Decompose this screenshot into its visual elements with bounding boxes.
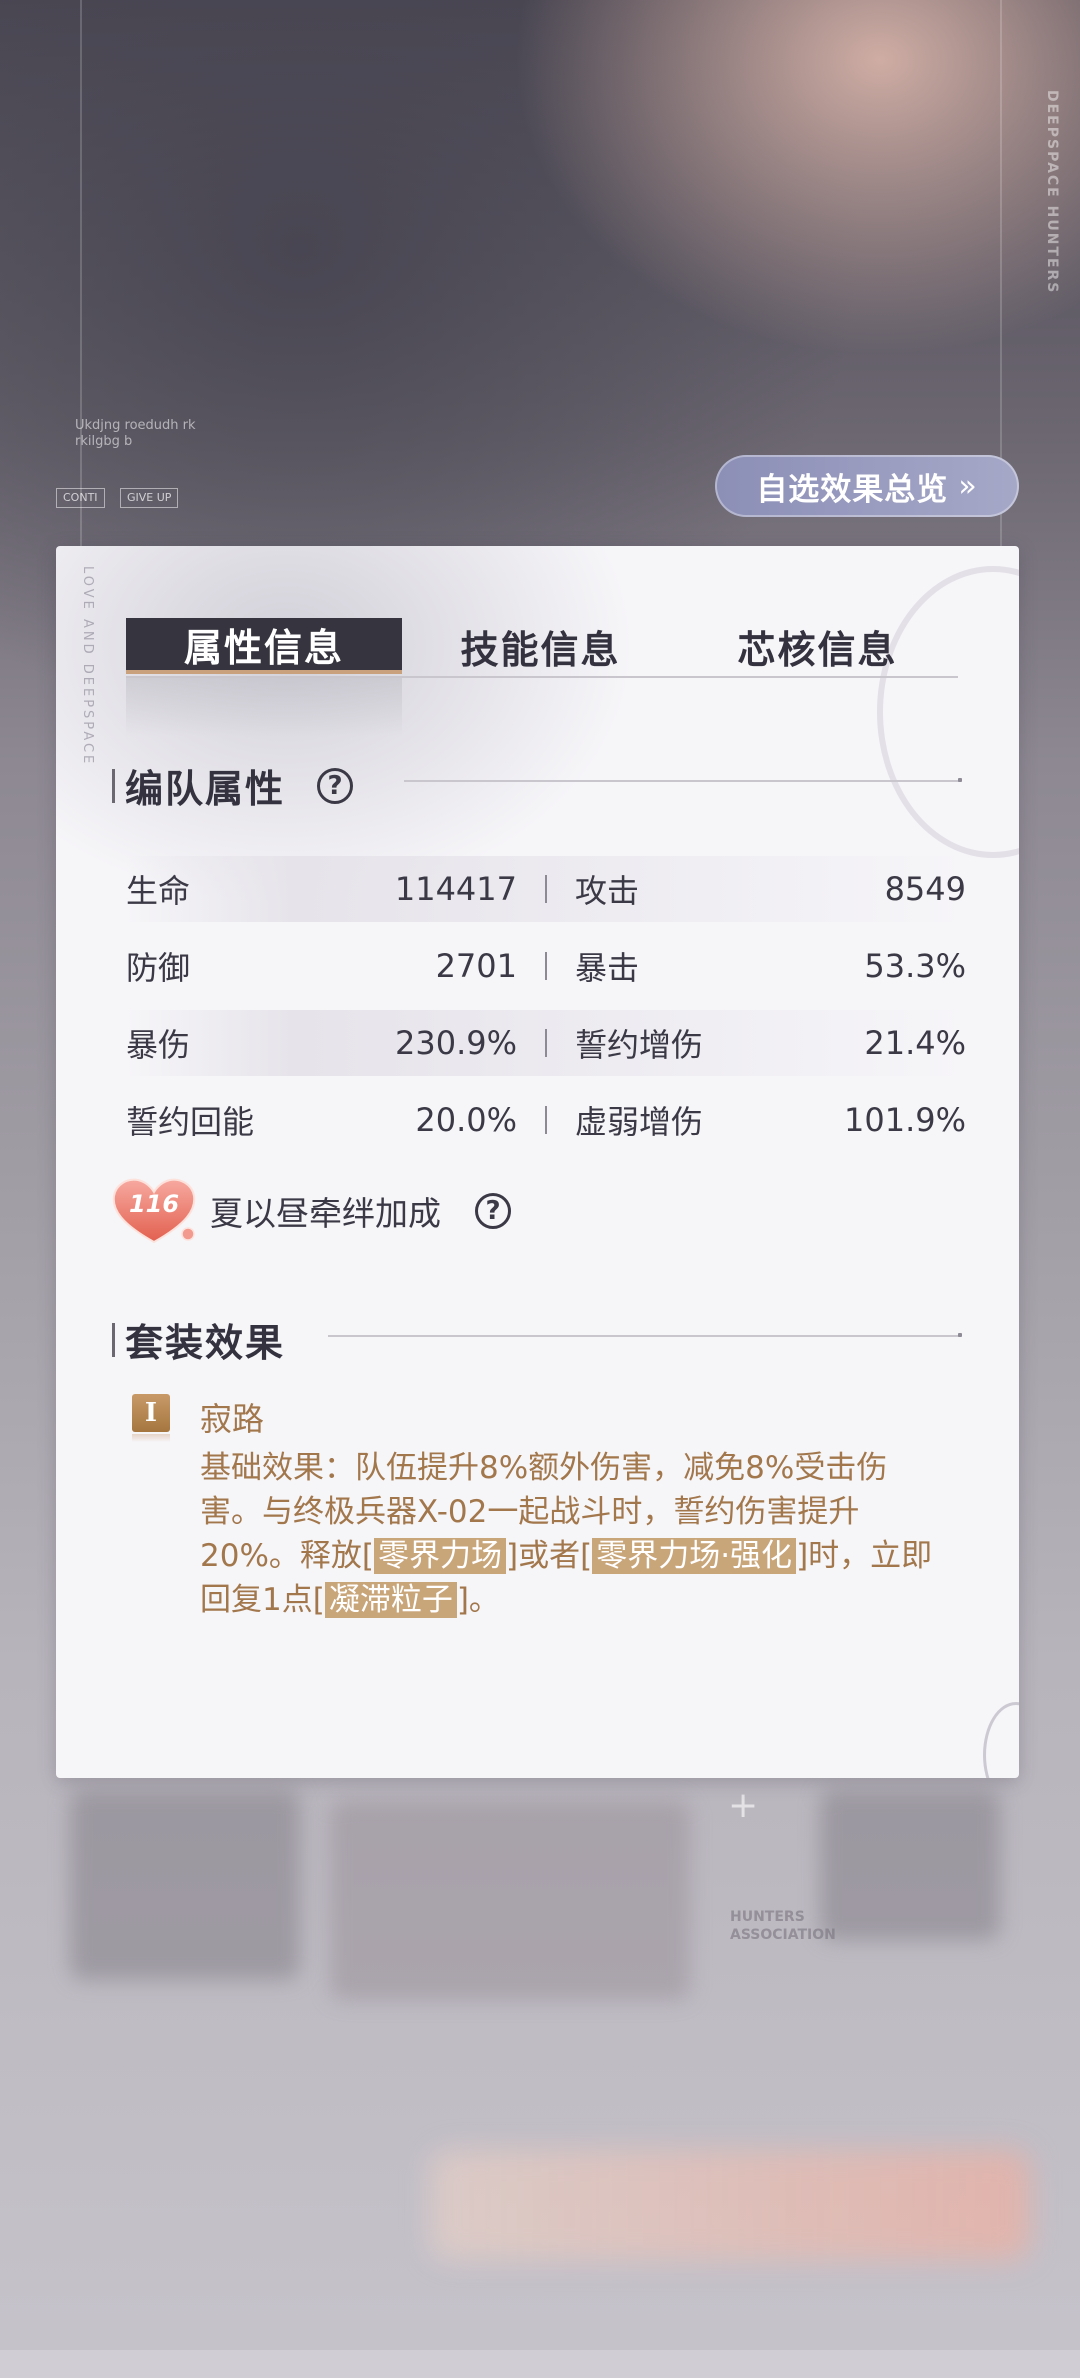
stat-label: 暴伤 (126, 1026, 191, 1064)
stat-value: 21.4% (864, 1024, 966, 1062)
background-chip: GIVE UP (120, 488, 179, 508)
team-attributes-header: 编队属性 ? (112, 758, 354, 813)
background-blur-block (70, 1790, 300, 1980)
background-bottom-strip (0, 2350, 1080, 2378)
info-panel: LOVE AND DEEPSPACE 属性信息 技能信息 芯核信息 编队属性 ?… (56, 546, 1019, 1778)
stat-row: 防御 2701 暴击 53.3% (126, 933, 966, 999)
background-frame-line (80, 0, 82, 560)
set-effect-title: 套装效果 (125, 1321, 286, 1365)
stat-label: 生命 (126, 872, 191, 910)
bond-heart-badge: 116 (108, 1176, 200, 1246)
stat-label: 虚弱增伤 (575, 1103, 704, 1141)
background-association-text: HUNTERS ASSOCIATION (730, 1909, 836, 1943)
set-effect-header: 套装效果 (112, 1312, 285, 1367)
tier-badge: I (132, 1394, 170, 1432)
bond-label: 夏以昼牵绊加成 (210, 1194, 441, 1233)
panel-vertical-text: LOVE AND DEEPSPACE (80, 566, 95, 767)
bond-bonus-row: 116 夏以昼牵绊加成 ? (108, 1176, 511, 1246)
help-icon[interactable]: ? (475, 1193, 511, 1229)
stat-row: 暴伤 230.9% 誓约增伤 21.4% (126, 1010, 966, 1076)
stat-value: 8549 (884, 870, 966, 908)
tab-cores[interactable]: 芯核信息 (679, 618, 956, 674)
stat-value: 20.0% (415, 1101, 517, 1139)
background-action-bar (430, 2150, 1030, 2260)
stat-cell: 生命 114417 (126, 866, 545, 912)
help-icon[interactable]: ? (317, 767, 354, 804)
section-bar (112, 1322, 115, 1357)
stat-value: 101.9% (843, 1101, 966, 1139)
double-chevron-right-icon: » (958, 468, 978, 504)
tab-shadow (126, 676, 402, 736)
stat-row: 生命 114417 攻击 8549 (126, 856, 966, 922)
stat-value: 230.9% (394, 1024, 517, 1062)
stat-cell: 誓约增伤 21.4% (547, 1020, 966, 1066)
panel-corner-arc (983, 1702, 1019, 1778)
background-small-text: Ukdjng roedudh rk rkilgbg b (75, 418, 196, 449)
stat-label: 暴击 (575, 949, 640, 987)
keyword-zero-field-enhanced[interactable]: 零界力场·强化 (592, 1538, 797, 1574)
background-brand-text: DEEPSPACE HUNTERS (1044, 90, 1060, 295)
stat-cell: 誓约回能 20.0% (126, 1097, 545, 1143)
section-divider (404, 778, 962, 782)
bond-level: 116 (128, 1190, 180, 1218)
set-description: 基础效果：队伍提升8%额外伤害，减免8%受击伤害。与终极兵器X-02一起战斗时，… (200, 1446, 945, 1622)
set-desc-text: ]。 (456, 1582, 500, 1618)
team-attributes-title: 编队属性 (125, 767, 286, 811)
background-plus-icon: + (728, 1785, 759, 1826)
stat-label: 誓约增伤 (575, 1026, 704, 1064)
stat-label: 攻击 (575, 872, 640, 910)
tab-skills[interactable]: 技能信息 (402, 618, 679, 674)
background-blur-block (330, 1800, 690, 2000)
set-desc-text: ]或者[ (506, 1538, 593, 1574)
stat-cell: 虚弱增伤 101.9% (547, 1097, 966, 1143)
stat-cell: 暴伤 230.9% (126, 1020, 545, 1066)
background-blur-block (820, 1790, 1000, 1940)
stat-label: 防御 (126, 949, 191, 987)
section-bar (112, 768, 115, 803)
stat-value: 114417 (394, 870, 517, 908)
effect-overview-label: 自选效果总览 (756, 471, 949, 508)
set-name: 寂路 (200, 1400, 265, 1438)
stat-cell: 攻击 8549 (547, 866, 966, 912)
keyword-stagnant-particle[interactable]: 凝滞粒子 (324, 1582, 457, 1618)
tab-attributes[interactable]: 属性信息 (126, 618, 402, 674)
stat-row: 誓约回能 20.0% 虚弱增伤 101.9% (126, 1087, 966, 1153)
keyword-zero-field[interactable]: 零界力场 (374, 1538, 506, 1574)
stat-cell: 防御 2701 (126, 943, 545, 989)
effect-overview-button[interactable]: 自选效果总览 » (715, 455, 1019, 517)
section-divider (328, 1333, 962, 1337)
stat-label: 誓约回能 (126, 1103, 255, 1141)
tier-badge-shadow (132, 1434, 170, 1442)
tab-bar: 属性信息 技能信息 芯核信息 (126, 618, 958, 678)
background-chip: CONTI (56, 488, 105, 508)
panel-decor-arc (877, 566, 1019, 858)
stat-value: 53.3% (864, 947, 966, 985)
stat-value: 2701 (435, 947, 517, 985)
stat-cell: 暴击 53.3% (547, 943, 966, 989)
